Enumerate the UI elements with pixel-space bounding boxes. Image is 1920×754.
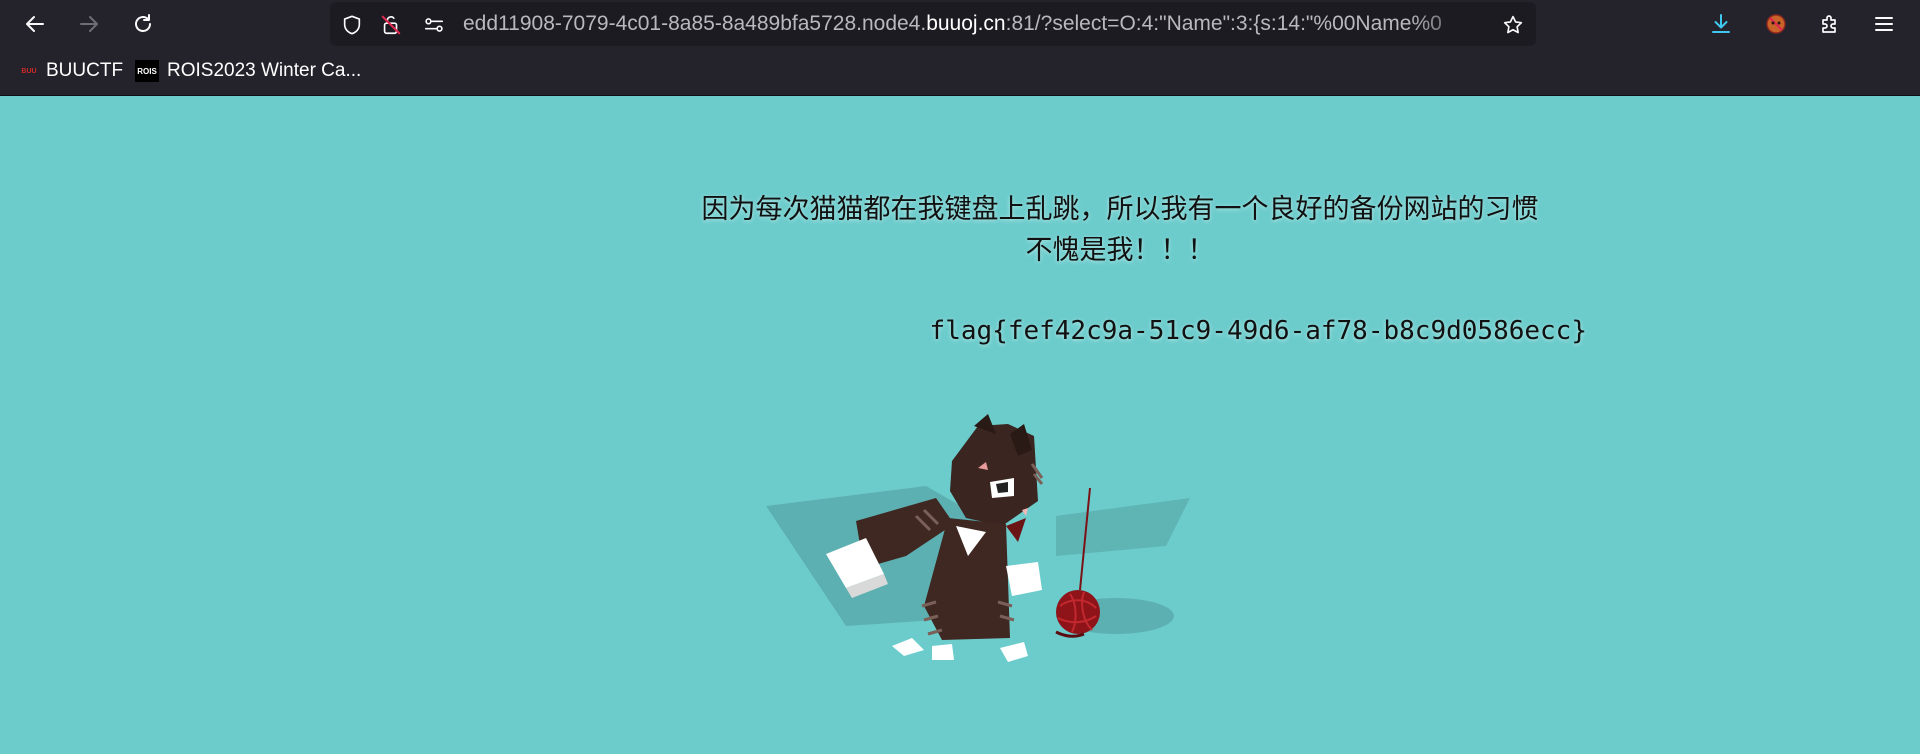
bookmark-buuctf[interactable]: BUU BUUCTF	[20, 57, 123, 85]
bookmark-label: ROIS2023 Winter Ca...	[167, 60, 362, 81]
hamburger-icon[interactable]	[1866, 6, 1902, 42]
url-prefix: edd11908-7079-4c01-8a85-8a489bfa5728.nod…	[463, 12, 927, 35]
flag-text: flag{fef42c9a-51c9-49d6-af78-b8c9d0586ec…	[929, 316, 1587, 346]
star-icon[interactable]	[1501, 13, 1525, 37]
url-suffix: :81/?select=O:4:"Name":3:{s:14:"%00Name%…	[1005, 12, 1442, 35]
bookmark-rois2023[interactable]: ROIS ROIS2023 Winter Ca...	[135, 57, 361, 85]
message-line-2: 不愧是我！！！	[1025, 235, 1215, 266]
forward-arrow-icon[interactable]	[71, 6, 107, 42]
permissions-icon[interactable]	[422, 13, 446, 37]
url-text[interactable]: edd11908-7079-4c01-8a85-8a489bfa5728.nod…	[463, 2, 1483, 46]
message-line-1: 因为每次猫猫都在我键盘上乱跳，所以我有一个良好的备份网站的习惯	[701, 194, 1539, 225]
shield-icon[interactable]	[340, 13, 364, 37]
cat-playing-with-yarn-illustration	[766, 414, 1190, 662]
puzzle-icon[interactable]	[1812, 6, 1848, 42]
reload-icon[interactable]	[125, 6, 161, 42]
url-domain: buuoj.cn	[926, 12, 1006, 35]
back-arrow-icon[interactable]	[17, 6, 53, 42]
bookmarks-toolbar: BUU BUUCTF ROIS ROIS2023 Winter Ca...	[0, 47, 1920, 96]
insecure-lock-icon[interactable]	[379, 13, 403, 37]
extension-avatar-icon[interactable]	[1758, 6, 1794, 42]
bookmark-label: BUUCTF	[46, 60, 124, 81]
rois-favicon-icon: ROIS	[135, 60, 159, 82]
page-content: 因为每次猫猫都在我键盘上乱跳，所以我有一个良好的备份网站的习惯 不愧是我！！！ …	[0, 96, 1920, 754]
download-icon[interactable]	[1703, 6, 1739, 42]
browser-toolbar: edd11908-7079-4c01-8a85-8a489bfa5728.nod…	[0, 0, 1920, 47]
url-bar[interactable]: edd11908-7079-4c01-8a85-8a489bfa5728.nod…	[330, 2, 1536, 46]
buuctf-favicon-icon: BUU	[20, 62, 38, 80]
